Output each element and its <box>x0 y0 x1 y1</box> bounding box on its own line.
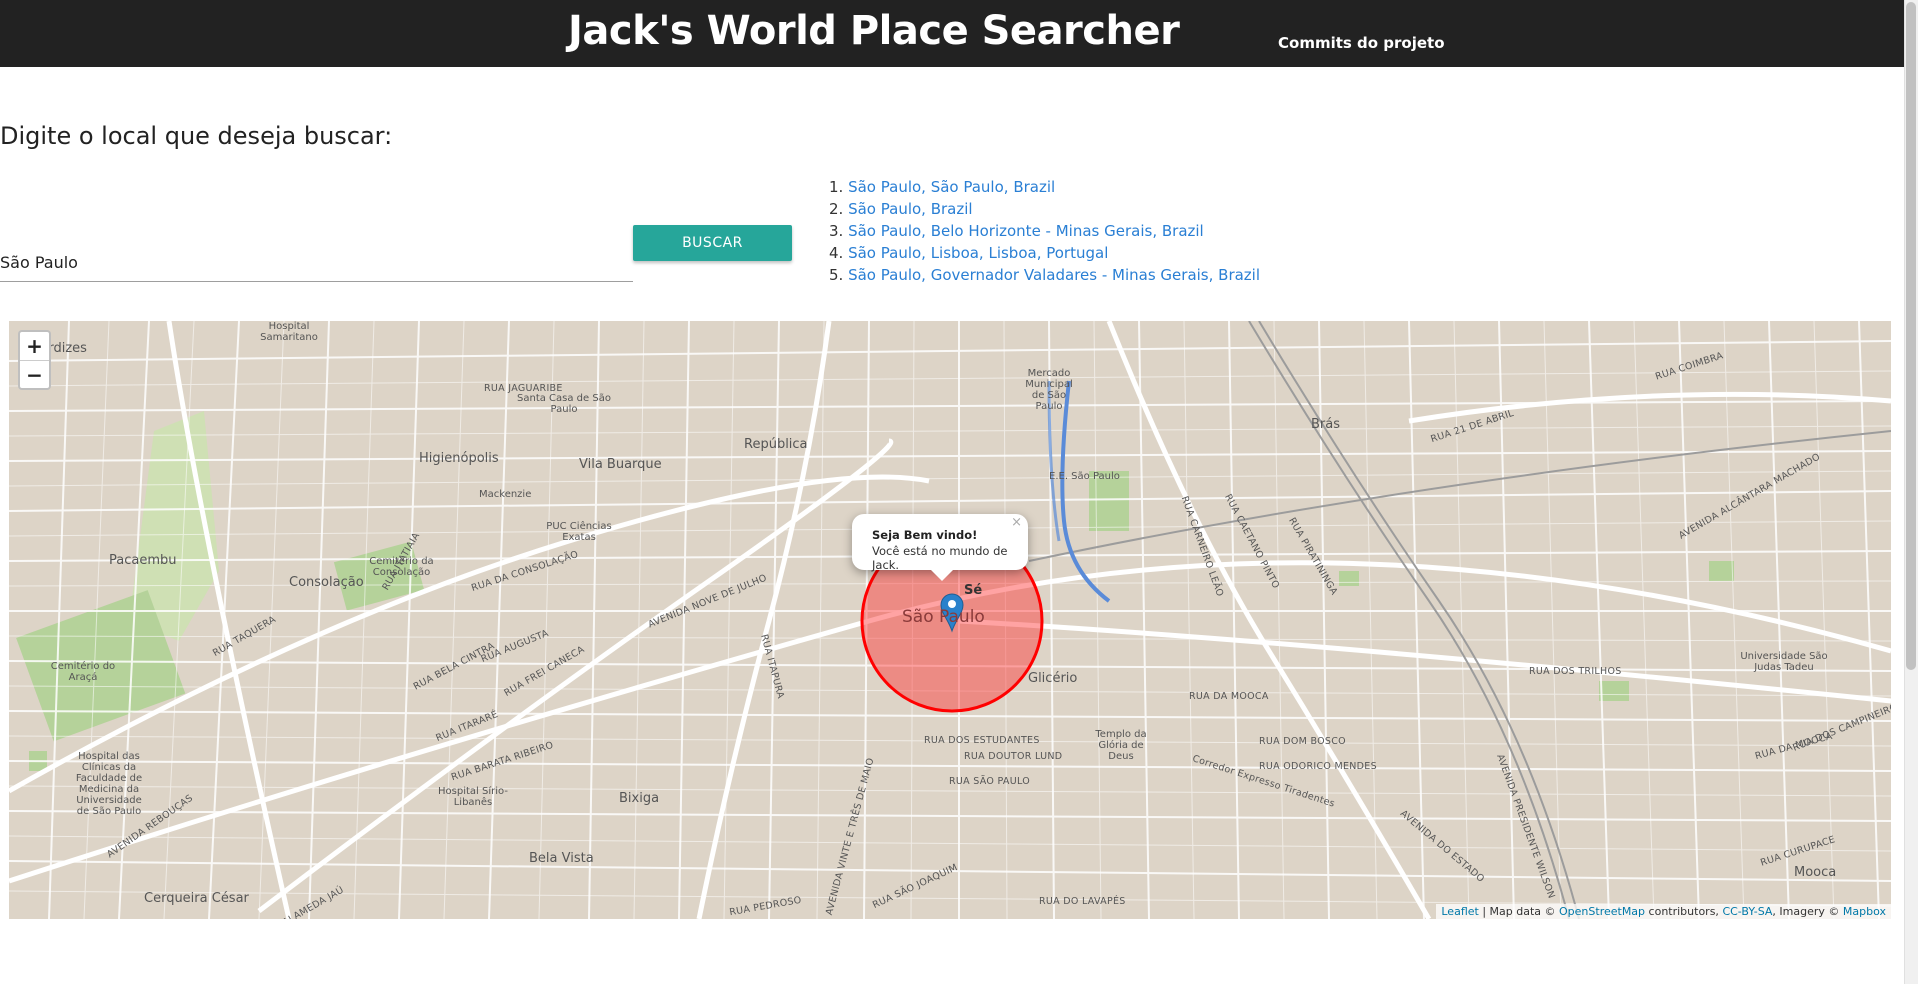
popup-text: Você está no mundo de Jack. <box>872 544 1008 572</box>
result-link[interactable]: São Paulo, Belo Horizonte - Minas Gerais… <box>848 222 1204 240</box>
attribution-text: , Imagery © <box>1772 905 1843 918</box>
result-link[interactable]: São Paulo, Brazil <box>848 200 972 218</box>
map-label: Hospital Samaritano <box>260 321 318 343</box>
map-label: RUA DOS TRILHOS <box>1529 666 1622 677</box>
navbar: Jack's World Place Searcher Commits do p… <box>0 0 1904 67</box>
list-item: 2. São Paulo, Brazil <box>829 198 1260 220</box>
map-label: Vila Buarque <box>579 457 662 472</box>
result-link[interactable]: São Paulo, Lisboa, Lisboa, Portugal <box>848 244 1108 262</box>
attribution-text: | Map data © <box>1478 905 1560 918</box>
map-label: Hospital Sírio-Libanês <box>438 786 508 808</box>
map-label: Consolação <box>289 575 364 590</box>
map-label: RUA JAGUARIBE <box>484 383 563 394</box>
map-label: Bela Vista <box>529 851 594 866</box>
list-item: 1. São Paulo, São Paulo, Brazil <box>829 176 1260 198</box>
results-list: 1. São Paulo, São Paulo, Brazil 2. São P… <box>829 176 1260 286</box>
map-label: Hospital das Clínicas da Faculdade de Me… <box>75 751 143 817</box>
search-button[interactable]: BUSCAR <box>633 225 792 261</box>
leaflet-link[interactable]: Leaflet <box>1441 905 1478 918</box>
popup-title: Seja Bem vindo! <box>872 528 978 542</box>
map-label: RUA DOS ESTUDANTES <box>924 735 1040 746</box>
map-label: RUA DOUTOR LUND <box>964 751 1063 762</box>
zoom-control: + − <box>18 330 51 390</box>
map-popup: × Seja Bem vindo! Você está no mundo de … <box>852 514 1028 581</box>
map-label: Mackenzie <box>479 489 532 500</box>
osm-link[interactable]: OpenStreetMap <box>1559 905 1645 918</box>
result-link[interactable]: São Paulo, Governador Valadares - Minas … <box>848 266 1260 284</box>
map-label: PUC Ciências Exatas <box>546 521 612 543</box>
map-label: RUA DA MOOCA <box>1189 691 1269 702</box>
result-link[interactable]: São Paulo, São Paulo, Brazil <box>848 178 1055 196</box>
map-label: Pacaembu <box>109 553 177 568</box>
close-icon[interactable]: × <box>1011 515 1022 530</box>
map-label: Templo da Glória de Deus <box>1095 729 1147 762</box>
result-number: 2. <box>829 200 844 218</box>
zoom-out-button[interactable]: − <box>20 360 49 388</box>
park-area <box>1339 571 1359 586</box>
map-label: Cerqueira César <box>144 891 249 906</box>
park-area <box>1709 561 1734 581</box>
map-label: Universidade São Judas Tadeu <box>1740 651 1828 673</box>
scrollbar-thumb[interactable] <box>1906 2 1916 670</box>
result-number: 5. <box>829 266 844 284</box>
result-number: 3. <box>829 222 844 240</box>
map-label: E.E. São Paulo <box>1049 471 1120 482</box>
list-item: 5. São Paulo, Governador Valadares - Min… <box>829 264 1260 286</box>
map-label: RUA DO LAVAPÉS <box>1039 896 1126 907</box>
list-item: 4. São Paulo, Lisboa, Lisboa, Portugal <box>829 242 1260 264</box>
map-label: Glicério <box>1028 671 1078 686</box>
map-label: São Paulo <box>902 607 985 627</box>
search-input[interactable] <box>0 244 633 282</box>
map-label: Mooca <box>1794 865 1837 880</box>
result-number: 4. <box>829 244 844 262</box>
popup-tip <box>930 569 954 581</box>
page-title: Jack's World Place Searcher <box>568 8 1180 54</box>
commits-link[interactable]: Commits do projeto <box>1278 34 1445 52</box>
map-label: RUA DOM BOSCO <box>1259 736 1346 747</box>
map-label: Brás <box>1311 417 1341 432</box>
mapbox-link[interactable]: Mapbox <box>1843 905 1886 918</box>
map-label: Santa Casa de São Paulo <box>517 393 611 415</box>
map-label: Cemitério do Araçá <box>50 661 116 683</box>
map-attribution: Leaflet | Map data © OpenStreetMap contr… <box>1436 904 1891 919</box>
map-label: Mercado Municipal de São Paulo <box>1025 368 1073 412</box>
list-item: 3. São Paulo, Belo Horizonte - Minas Ger… <box>829 220 1260 242</box>
map-label: Bixiga <box>619 791 660 806</box>
page-scrollbar[interactable] <box>1904 0 1918 984</box>
map-label: RUA SÃO PAULO <box>949 776 1031 787</box>
license-link[interactable]: CC-BY-SA <box>1722 905 1772 918</box>
park-area <box>1599 681 1629 701</box>
attribution-text: contributors, <box>1645 905 1723 918</box>
map-label: Higienópolis <box>419 451 499 466</box>
map-label: República <box>744 437 808 452</box>
zoom-in-button[interactable]: + <box>20 332 49 360</box>
map-container[interactable]: Perdizes Higienópolis Vila Buarque Repúb… <box>9 321 1891 919</box>
result-number: 1. <box>829 178 844 196</box>
map-label: Sé <box>964 583 983 598</box>
map-label: RUA ODORICO MENDES <box>1259 761 1377 772</box>
search-prompt: Digite o local que deseja buscar: <box>0 122 393 150</box>
